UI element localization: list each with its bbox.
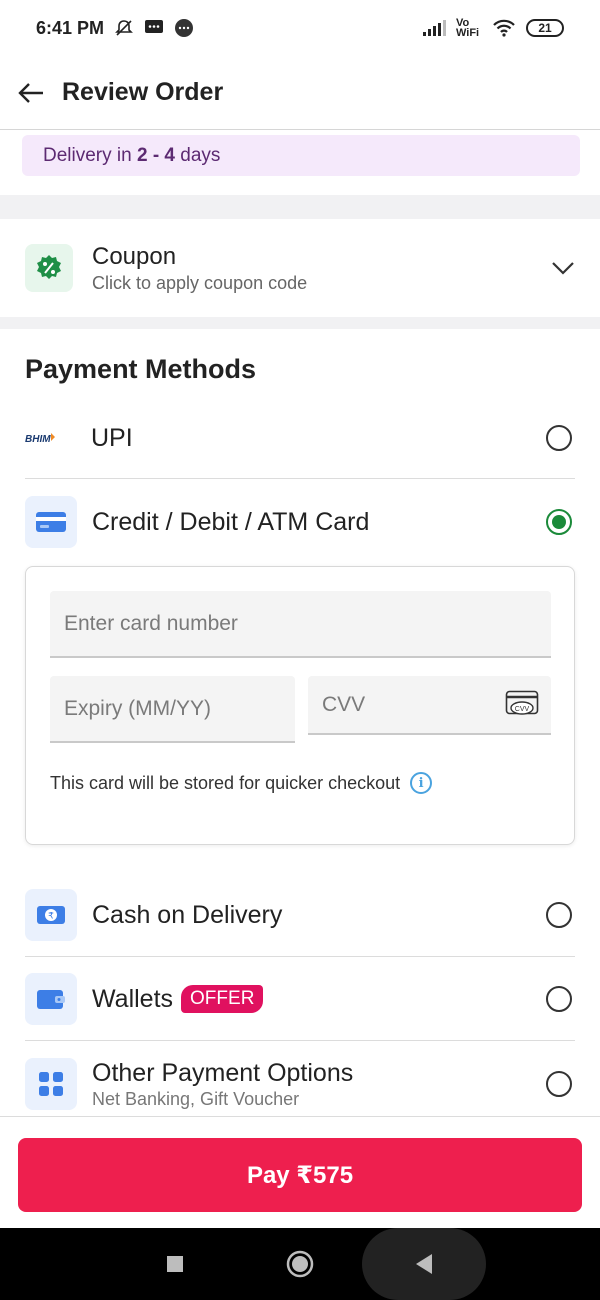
credit-card-icon (25, 496, 77, 548)
page-title: Review Order (62, 78, 224, 106)
svg-text:₹: ₹ (48, 912, 54, 922)
home-button[interactable] (275, 1228, 325, 1300)
other-subtitle: Net Banking, Gift Voucher (92, 1088, 300, 1109)
app-bar: Review Order (0, 56, 600, 130)
recents-button[interactable] (150, 1228, 200, 1300)
cvv-card-icon: CVV (505, 690, 539, 715)
payment-option-wallets[interactable]: Wallets OFFER (0, 972, 600, 1026)
bottom-bar: Pay ₹575 (0, 1116, 600, 1229)
payment-option-upi[interactable]: BHIM Pay UPI (0, 410, 600, 466)
mute-bell-icon (115, 20, 133, 36)
divider (25, 956, 575, 957)
wallet-icon (25, 973, 77, 1025)
arrow-left-icon (18, 82, 43, 103)
system-back-button[interactable] (399, 1228, 449, 1300)
wallets-label: Wallets (92, 984, 174, 1013)
section-separator (0, 317, 600, 329)
status-time: 6:41 PM (36, 17, 105, 38)
pay-button[interactable]: Pay ₹575 (18, 1138, 582, 1212)
coupon-row[interactable]: Coupon Click to apply coupon code (0, 220, 600, 316)
cvv-icon-text: CVV (515, 706, 530, 713)
delivery-prefix: Delivery in (43, 144, 137, 166)
triangle-back-icon (416, 1254, 432, 1274)
divider (25, 1040, 575, 1041)
delivery-banner: Delivery in 2 - 4 days (22, 135, 580, 176)
chat-icon (175, 19, 194, 37)
bhim-upi-logo-icon: BHIM Pay (25, 420, 73, 456)
delivery-suffix: days (175, 144, 221, 166)
store-note-text: This card will be stored for quicker che… (50, 772, 401, 793)
system-nav-bar (0, 1228, 600, 1300)
offer-badge: OFFER (181, 985, 264, 1013)
expiry-input[interactable] (62, 695, 295, 722)
status-bar: 6:41 PM Vo WiFi 21 (0, 0, 600, 56)
message-icon (145, 20, 164, 33)
card-number-input[interactable] (62, 610, 551, 637)
wifi-icon (493, 19, 515, 37)
other-radio[interactable] (546, 1071, 572, 1097)
square-icon (167, 1256, 183, 1272)
battery-icon: 21 (526, 19, 564, 37)
svg-text:BHIM: BHIM (25, 434, 51, 445)
other-label: Other Payment Options (92, 1058, 354, 1087)
grid-icon (25, 1058, 77, 1110)
signal-icon (423, 20, 446, 36)
upi-radio[interactable] (546, 425, 572, 451)
expiry-field[interactable] (50, 676, 295, 743)
battery-level: 21 (538, 21, 552, 35)
delivery-range: 2 - 4 (136, 144, 176, 166)
cash-icon: ₹ (25, 889, 77, 941)
network-label: Vo WiFi (456, 17, 480, 39)
section-separator (0, 195, 600, 219)
coupon-icon (25, 244, 73, 292)
payment-option-other[interactable]: Other Payment Options Net Banking, Gift … (0, 1055, 600, 1113)
svg-text:Pay: Pay (55, 434, 73, 445)
coupon-subtitle: Click to apply coupon code (92, 272, 308, 293)
card-label: Credit / Debit / ATM Card (92, 507, 370, 536)
payment-methods-title: Payment Methods (25, 354, 257, 384)
divider (25, 478, 575, 479)
cvv-field[interactable]: CVV (308, 676, 551, 735)
card-form: CVV This card will be stored for quicker… (25, 566, 575, 845)
payment-option-cod[interactable]: ₹ Cash on Delivery (0, 888, 600, 942)
wallets-radio[interactable] (546, 986, 572, 1012)
payment-option-card[interactable]: Credit / Debit / ATM Card (0, 495, 600, 549)
card-number-field[interactable] (50, 591, 551, 658)
coupon-title: Coupon (92, 242, 177, 270)
cod-radio[interactable] (546, 902, 572, 928)
upi-label: UPI (91, 423, 133, 452)
cod-label: Cash on Delivery (92, 900, 283, 929)
back-button[interactable] (16, 78, 46, 108)
card-radio[interactable] (546, 509, 572, 535)
store-card-note: This card will be stored for quicker che… (50, 772, 433, 794)
home-circle-icon (286, 1250, 314, 1278)
info-icon[interactable]: i (410, 772, 433, 794)
chevron-down-icon[interactable] (551, 260, 575, 276)
